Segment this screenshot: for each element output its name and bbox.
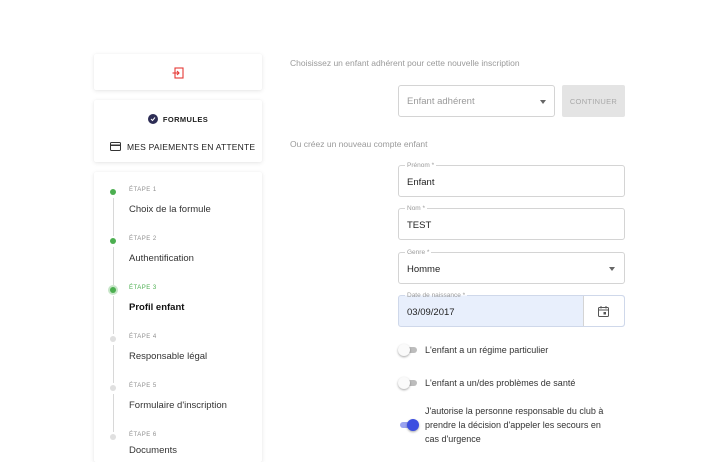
toggle-thumb <box>398 377 410 389</box>
sante-toggle-label: L'enfant a un/des problèmes de santé <box>425 378 576 388</box>
step-title: Profil enfant <box>129 302 185 313</box>
sidebar-menu-card: FORMULES MES PAIEMENTS EN ATTENTE <box>94 100 262 162</box>
step-connector <box>112 345 114 383</box>
menu-item-paiements[interactable]: MES PAIEMENTS EN ATTENTE <box>110 138 255 156</box>
step-number: ÉTAPE 1 <box>129 187 157 193</box>
stepper-card: ÉTAPE 1 Choix de la formule ÉTAPE 2 Auth… <box>94 172 262 462</box>
nom-value: TEST <box>407 220 432 231</box>
toggle-thumb <box>407 419 419 431</box>
chevron-down-icon <box>609 267 615 271</box>
step-connector <box>112 394 114 432</box>
prenom-value: Enfant <box>407 177 435 188</box>
step-title: Choix de la formule <box>129 204 211 215</box>
toggle-thumb <box>398 344 410 356</box>
check-circle-icon <box>147 114 158 124</box>
step-connector <box>112 247 114 285</box>
menu-item-formules[interactable]: FORMULES <box>94 114 262 124</box>
step-pending-dot <box>110 336 116 342</box>
sidebar-logout-card <box>94 54 262 90</box>
step-number: ÉTAPE 4 <box>129 334 157 340</box>
secours-toggle[interactable] <box>398 419 419 431</box>
prenom-label: Prénom * <box>405 161 437 170</box>
step-done-dot <box>110 238 116 244</box>
credit-card-icon <box>110 138 121 156</box>
step-number: ÉTAPE 6 <box>129 432 157 438</box>
nom-field[interactable]: Nom * TEST <box>398 204 625 240</box>
choose-child-hint: Choisissez un enfant adhérent pour cette… <box>290 58 520 68</box>
genre-select[interactable]: Genre * Homme <box>398 248 625 284</box>
date-naissance-field[interactable]: Date de naissance * 03/09/2017 <box>398 291 625 327</box>
genre-label: Genre * <box>405 248 432 257</box>
step-number: ÉTAPE 3 <box>129 285 157 291</box>
step-number: ÉTAPE 2 <box>129 236 157 242</box>
nom-label: Nom * <box>405 204 428 213</box>
step-title: Authentification <box>129 253 194 264</box>
menu-item-paiements-label: MES PAIEMENTS EN ATTENTE <box>127 142 256 152</box>
sante-toggle[interactable] <box>398 377 418 389</box>
genre-value: Homme <box>407 264 441 275</box>
prenom-field[interactable]: Prénom * Enfant <box>398 161 625 197</box>
date-naissance-value: 03/09/2017 <box>407 307 455 318</box>
create-child-hint: Ou créez un nouveau compte enfant <box>290 139 428 149</box>
step-pending-dot <box>110 434 116 440</box>
regime-toggle[interactable] <box>398 344 418 356</box>
calendar-icon <box>598 306 609 317</box>
secours-toggle-label: J'autorise la personne responsable du cl… <box>425 406 604 444</box>
child-select[interactable]: Enfant adhérent <box>398 85 555 117</box>
continue-button[interactable]: CONTINUER <box>562 85 625 117</box>
child-select-value: Enfant adhérent <box>407 96 475 107</box>
step-done-dot <box>110 189 116 195</box>
regime-toggle-label: L'enfant a un régime particulier <box>425 345 549 355</box>
date-picker-button[interactable] <box>583 296 624 326</box>
step-title: Formulaire d'inscription <box>129 400 227 411</box>
logout-icon[interactable] <box>172 66 184 79</box>
step-number: ÉTAPE 5 <box>129 383 157 389</box>
step-connector <box>112 296 114 334</box>
date-naissance-label: Date de naissance * <box>405 291 468 300</box>
menu-item-formules-label: FORMULES <box>162 114 209 124</box>
step-pending-dot <box>110 385 116 391</box>
step-title: Responsable légal <box>129 351 208 362</box>
chevron-down-icon <box>540 100 546 104</box>
step-active-dot <box>110 287 116 293</box>
step-title: Documents <box>129 445 178 456</box>
step-connector <box>112 198 114 236</box>
